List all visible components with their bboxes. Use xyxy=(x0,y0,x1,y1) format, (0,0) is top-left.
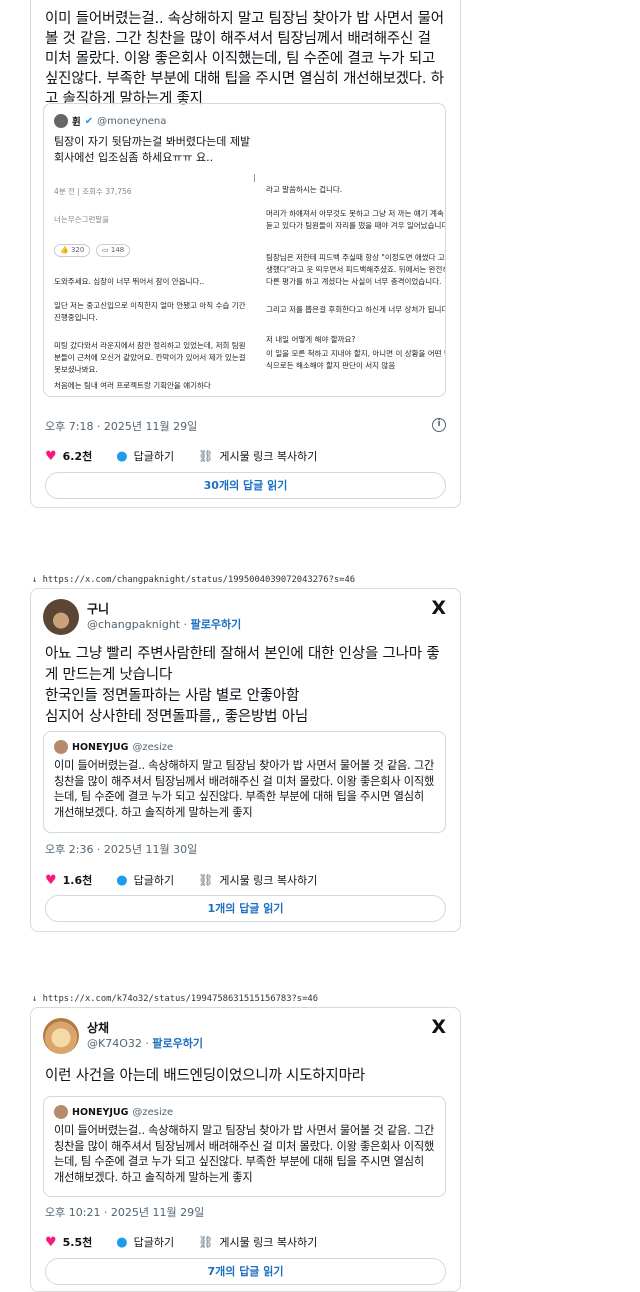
quote-author-name: HONEYJUG xyxy=(72,1106,129,1118)
reply-button[interactable]: ● 답글하기 xyxy=(116,448,174,464)
like-pill-count: 320 xyxy=(70,246,85,254)
heart-icon: ♥ xyxy=(45,872,57,888)
author-row: 상채 @K74O32 · 팔로우하기 xyxy=(43,1018,203,1054)
copy-link-label: 게시물 링크 복사하기 xyxy=(219,1236,318,1249)
quoted-tweet[interactable]: HONEYJUG @zesize 이미 들어버렸는걸.. 속상해하지 말고 팀장님… xyxy=(43,731,446,833)
comment-icon: ▭ xyxy=(102,246,109,254)
speech-bubble-icon: ● xyxy=(116,872,128,888)
tweet-body: 이런 사건을 아는데 배드엔딩이었으니까 시도하지마라 xyxy=(45,1068,365,1084)
author-handle[interactable]: @K74O32 xyxy=(87,1037,142,1050)
like-count: 1.6천 xyxy=(62,874,93,887)
avatar xyxy=(54,1105,68,1119)
tweet-card-2: 구니 @changpaknight · 팔로우하기 X 아뇨 그냥 빨리 주변사… xyxy=(30,588,461,932)
like-button[interactable]: ♥ 6.2천 xyxy=(45,448,92,464)
copy-link-button[interactable]: ⛓ 게시물 링크 복사하기 xyxy=(198,872,317,888)
right-line-2: 머리가 하얘져서 아무것도 못하고 그냥 저 까는 얘기 계속 듣고 있다가 팀… xyxy=(266,209,446,230)
link-icon: ⛓ xyxy=(198,873,214,887)
right-line-4: 그리고 저를 뽑은걸 후회한다고 하신게 너무 상처가 됩니다. xyxy=(266,305,446,314)
thumbs-up-icon: 👍 xyxy=(60,246,69,254)
left-line-3: 미팅 갔다와서 라운지에서 잠깐 정리하고 있었는데, 저희 팀원분들이 근처에… xyxy=(54,341,246,374)
timestamp[interactable]: 오후 7:18 · 2025년 11월 29일 xyxy=(45,418,197,434)
timestamp[interactable]: 오후 10:21 · 2025년 11월 29일 xyxy=(45,1204,204,1220)
avatar[interactable] xyxy=(43,599,79,635)
download-icon: ↓ xyxy=(32,994,38,1004)
read-replies-button[interactable]: 1개의 답글 읽기 xyxy=(45,895,446,922)
right-line-5: 저 내일 어떻게 해야 할까요? xyxy=(266,335,356,344)
x-logo-icon[interactable]: X xyxy=(431,1016,446,1038)
quote-author-name: 휜 xyxy=(72,117,81,128)
quote-header: 휜 ✔ @moneynena xyxy=(54,114,166,128)
divider xyxy=(254,174,255,182)
heart-icon: ♥ xyxy=(45,1234,57,1250)
tweet-body: 아뇨 그냥 빨리 주변사람한테 잘해서 본인에 대한 인상을 그나마 좋게 만드… xyxy=(45,646,440,725)
follow-button[interactable]: 팔로우하기 xyxy=(152,1037,203,1050)
action-bar: ♥ 1.6천 ● 답글하기 ⛓ 게시물 링크 복사하기 xyxy=(45,872,341,888)
quote-text: 이미 들어버렸는걸.. 속상해하지 말고 팀장님 찾아가 밥 사면서 물어볼 것… xyxy=(54,1124,435,1184)
left-line-1: 도와주세요. 심장이 너무 뛰어서 잠이 안옵니다.. xyxy=(54,277,205,286)
reply-label: 답글하기 xyxy=(133,874,175,887)
reply-label: 답글하기 xyxy=(133,450,175,463)
read-replies-button[interactable]: 7개의 답글 읽기 xyxy=(45,1258,446,1285)
quote-author-name: HONEYJUG xyxy=(72,741,129,753)
follow-button[interactable]: 팔로우하기 xyxy=(191,618,242,631)
reply-button[interactable]: ● 답글하기 xyxy=(116,872,174,888)
source-url-2[interactable]: ↓ https://x.com/changpaknight/status/199… xyxy=(32,575,355,585)
copy-link-label: 게시물 링크 복사하기 xyxy=(219,450,318,463)
copy-link-label: 게시물 링크 복사하기 xyxy=(219,874,318,887)
like-count: 6.2천 xyxy=(62,450,93,463)
url-text: https://x.com/k74o32/status/199475863151… xyxy=(42,994,318,1004)
quote-title: 팀장이 자기 뒷담까는걸 봐버렸다는데 제발 회사에선 입조심좀 하세요ㅠㅠ 요… xyxy=(54,135,251,164)
comment-pill: ▭ 148 xyxy=(96,244,131,257)
action-bar: ♥ 6.2천 ● 답글하기 ⛓ 게시물 링크 복사하기 xyxy=(45,448,341,464)
avatar xyxy=(54,740,68,754)
read-replies-button[interactable]: 30개의 답글 읽기 xyxy=(45,472,446,499)
source-url-3[interactable]: ↓ https://x.com/k74o32/status/1994758631… xyxy=(32,994,318,1004)
right-line-3: 팀장님은 저한테 피드백 주실때 항상 "이정도면 애썼다 고생했다"라고 웃 … xyxy=(266,253,446,286)
quote-author-handle: @zesize xyxy=(132,741,174,753)
quoted-tweet[interactable]: HONEYJUG @zesize 이미 들어버렸는걸.. 속상해하지 말고 팀장님… xyxy=(43,1096,446,1197)
quote-author-handle: @moneynena xyxy=(97,115,167,127)
timestamp[interactable]: 오후 2:36 · 2025년 11월 30일 xyxy=(45,841,197,857)
copy-link-button[interactable]: ⛓ 게시물 링크 복사하기 xyxy=(198,1234,317,1250)
avatar[interactable] xyxy=(43,1018,79,1054)
link-icon: ⛓ xyxy=(198,1235,214,1249)
heart-icon: ♥ xyxy=(45,448,57,464)
speech-bubble-icon: ● xyxy=(116,1234,128,1250)
reply-button[interactable]: ● 답글하기 xyxy=(116,1234,174,1250)
left-line-4: 처음에는 팀내 여러 프로젝트랑 기획안을 얘기하다 xyxy=(54,381,211,390)
author-row: 구니 @changpaknight · 팔로우하기 xyxy=(43,599,241,635)
action-bar: ♥ 5.5천 ● 답글하기 ⛓ 게시물 링크 복사하기 xyxy=(45,1234,341,1250)
left-line-2: 일단 저는 중고신입으로 이직한지 얼마 안됐고 아직 수습 기간 진행중입니다… xyxy=(54,301,246,322)
like-button[interactable]: ♥ 5.5천 xyxy=(45,1234,92,1250)
like-count: 5.5천 xyxy=(62,1236,93,1249)
quote-author-handle: @zesize xyxy=(132,1106,174,1118)
like-pill: 👍 320 xyxy=(54,244,91,257)
quoted-tweet-screenshot[interactable]: 휜 ✔ @moneynena 팀장이 자기 뒷담까는걸 봐버렸다는데 제발 회사… xyxy=(43,103,446,397)
reply-label: 답글하기 xyxy=(133,1236,175,1249)
quote-meta: 4분 전 | 조회수 37,756 xyxy=(54,187,132,196)
author-name[interactable]: 상채 xyxy=(87,1021,203,1036)
tweet-card-3: 상채 @K74O32 · 팔로우하기 X 이런 사건을 아는데 배드엔딩이었으니… xyxy=(30,1007,461,1292)
quote-text: 이미 들어버렸는걸.. 속상해하지 말고 팀장님 찾아가 밥 사면서 물어볼 것… xyxy=(54,759,435,819)
speech-bubble-icon: ● xyxy=(116,448,128,464)
right-line-1: 라고 말씀하시는 겁니다. xyxy=(266,185,343,194)
avatar xyxy=(54,114,68,128)
author-name[interactable]: 구니 xyxy=(87,602,241,617)
url-text: https://x.com/changpaknight/status/19950… xyxy=(42,575,356,585)
comment-pill-count: 148 xyxy=(110,246,125,254)
like-button[interactable]: ♥ 1.6천 xyxy=(45,872,92,888)
x-logo-icon[interactable]: X xyxy=(431,597,446,619)
download-icon: ↓ xyxy=(32,575,38,585)
author-handle[interactable]: @changpaknight xyxy=(87,618,180,631)
link-icon: ⛓ xyxy=(198,449,214,463)
copy-link-button[interactable]: ⛓ 게시물 링크 복사하기 xyxy=(198,448,317,464)
verified-icon: ✔ xyxy=(84,115,94,127)
tweet-card-1: 이미 들어버렸는걸.. 속상해하지 말고 팀장님 찾아가 밥 사면서 물어볼 것… xyxy=(30,0,461,508)
company-tag: 너는무슨그런말을 xyxy=(54,215,110,224)
tweet-body: 이미 들어버렸는걸.. 속상해하지 말고 팀장님 찾아가 밥 사면서 물어볼 것… xyxy=(45,11,444,107)
info-icon[interactable]: i xyxy=(432,418,446,432)
right-line-6: 이 일을 모른 척하고 지내야 할지, 아니면 이 상황을 어떤 방식으로든 해… xyxy=(266,349,446,370)
